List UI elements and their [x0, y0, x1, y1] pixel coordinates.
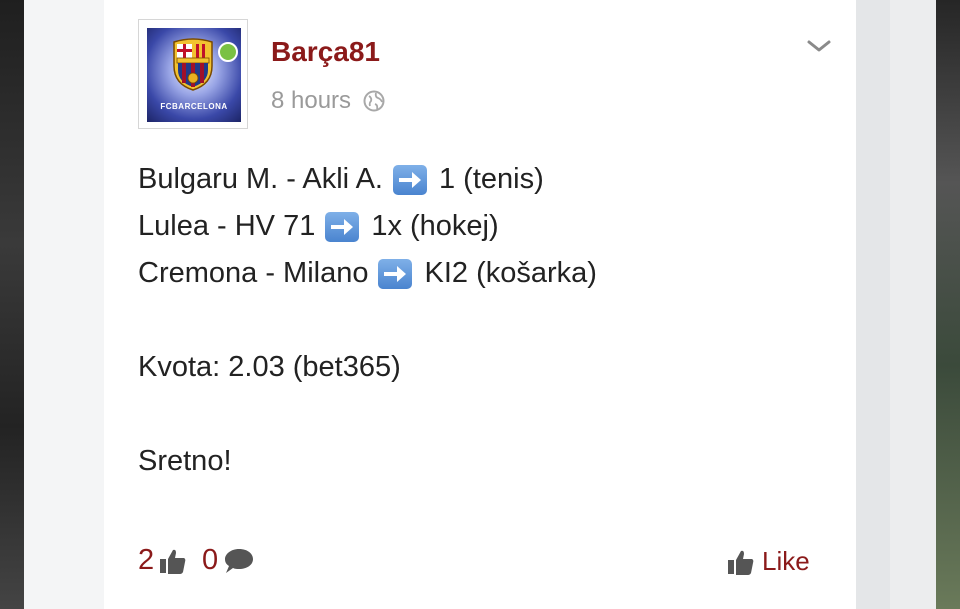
tip-text: 1 (tenis) — [439, 163, 544, 195]
post-line: Cremona - Milano KI2 (košarka) — [138, 250, 818, 297]
globe-icon — [363, 90, 385, 112]
like-label: Like — [762, 546, 810, 576]
time-label: 8 hours — [271, 87, 352, 114]
chevron-down-icon[interactable] — [806, 36, 832, 56]
sign-off-line: Sretno! — [138, 445, 232, 477]
avatar-image: FCBARCELONA — [147, 28, 241, 122]
post-line: Lulea - HV 71 1x (hokej) — [138, 203, 818, 250]
match-text: Cremona - Milano — [138, 257, 369, 289]
club-crest-icon — [173, 38, 213, 91]
comments-stat[interactable]: 0 — [202, 544, 256, 577]
right-arrow-icon — [393, 164, 427, 195]
post-content: Bulgaru M. - Akli A. 1 (tenis) Lulea - H… — [138, 156, 818, 485]
author-name[interactable]: Barça81 — [271, 36, 380, 68]
avatar-caption: FCBARCELONA — [160, 102, 228, 111]
tip-text: KI2 (košarka) — [424, 257, 597, 289]
thumbs-up-icon — [160, 549, 186, 574]
background-left — [0, 0, 24, 609]
thumbs-up-icon — [728, 550, 754, 575]
left-gutter — [24, 0, 104, 609]
odds-line: Kvota: 2.03 (bet365) — [138, 351, 401, 383]
background-right — [936, 0, 960, 609]
right-gutter — [856, 0, 890, 609]
online-status-indicator — [218, 42, 238, 62]
post-line: Bulgaru M. - Akli A. 1 (tenis) — [138, 156, 818, 203]
post-footer: 2 0 Like — [138, 540, 818, 584]
avatar[interactable]: FCBARCELONA — [138, 19, 248, 129]
like-button[interactable]: Like — [726, 546, 810, 577]
right-arrow-icon — [378, 258, 413, 289]
match-text: Lulea - HV 71 — [138, 210, 316, 242]
likes-stat[interactable]: 2 — [138, 544, 188, 577]
comments-count: 0 — [202, 544, 219, 576]
match-text: Bulgaru M. - Akli A. — [138, 163, 383, 195]
tip-text: 1x (hokej) — [371, 210, 499, 242]
comment-bubble-icon — [225, 548, 254, 573]
right-arrow-icon — [325, 211, 360, 242]
post-timestamp: 8 hours — [271, 87, 385, 115]
likes-count: 2 — [138, 544, 155, 576]
